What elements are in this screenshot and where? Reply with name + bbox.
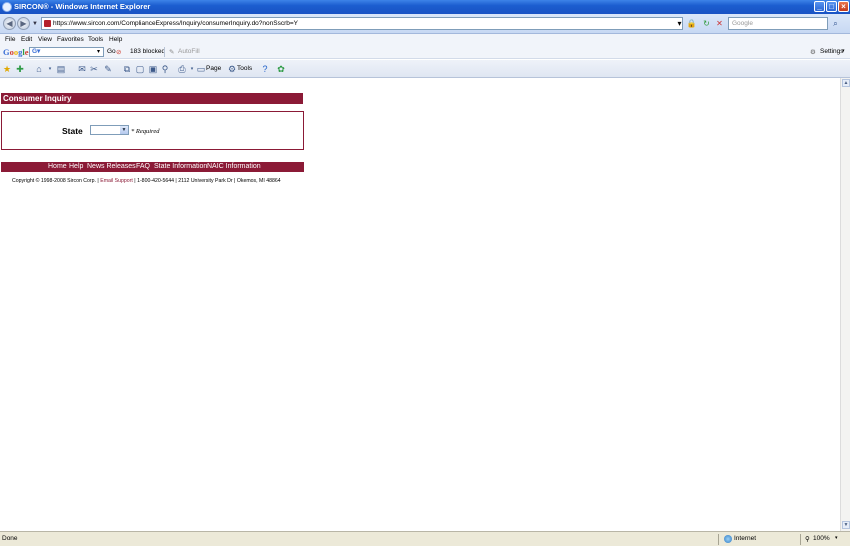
feeds-icon[interactable]: ▤	[56, 64, 66, 74]
refresh-icon[interactable]: ↻	[701, 17, 712, 30]
pen-icon[interactable]: ✎	[103, 64, 113, 74]
help-icon[interactable]: ?	[260, 64, 270, 74]
status-divider	[718, 534, 719, 545]
google-toolbar: Google G▾ ▾ Go ⊘ 183 blocked ✎ AutoFill …	[0, 45, 850, 59]
menu-file[interactable]: File	[5, 36, 15, 43]
window-title: SIRCON® - Windows Internet Explorer	[14, 2, 151, 11]
email-support-link[interactable]: Email Support	[100, 178, 133, 184]
settings-dropdown-icon[interactable]: ▾	[842, 48, 845, 54]
popup-blocked-count[interactable]: 183 blocked	[130, 48, 165, 55]
search-input[interactable]: Google	[728, 17, 828, 30]
settings-icon: ⚙	[810, 49, 816, 56]
required-note: * Required	[131, 128, 160, 135]
maximize-button[interactable]: □	[826, 1, 837, 12]
command-bar: ★ ✚ ⌂ ▾ ▤ ✉ ✂ ✎ ⧉ ▢ ▣ ⚲ ⎙ ▾ ▭ Page ⚙ Too…	[0, 60, 850, 78]
search-icon[interactable]: ⌕	[830, 17, 841, 30]
menu-favorites[interactable]: Favorites	[57, 36, 84, 43]
research-plugin-icon[interactable]: ✿	[276, 64, 286, 74]
menu-bar: File Edit View Favorites Tools Help	[0, 34, 850, 45]
lock-icon[interactable]: 🔒	[686, 17, 697, 30]
footer-link-naic-information[interactable]: NAIC Information	[207, 162, 261, 172]
copyright-line: Copyright © 1998-2008 Sircon Corp. | Ema…	[12, 178, 281, 184]
address-url: https://www.sircon.com/ComplianceExpress…	[53, 20, 299, 27]
footer-link-home[interactable]: Home	[48, 162, 67, 172]
copy-icon[interactable]: ⧉	[122, 64, 132, 74]
recent-pages-dropdown[interactable]: ▼	[32, 21, 38, 27]
page-title: Consumer Inquiry	[1, 93, 303, 104]
google-search-input[interactable]: G▾	[29, 47, 104, 57]
footer-link-help[interactable]: Help	[69, 162, 83, 172]
close-button[interactable]: ×	[838, 1, 849, 12]
zoom-level[interactable]: 100%	[813, 535, 830, 542]
paste-icon[interactable]: ▢	[135, 64, 145, 74]
tools-gear-icon[interactable]: ⚙	[227, 64, 237, 74]
google-logo: Google	[3, 47, 29, 57]
scroll-down-icon[interactable]: ▼	[842, 521, 850, 529]
menu-edit[interactable]: Edit	[21, 36, 32, 43]
print-icon[interactable]: ⎙	[177, 64, 187, 74]
chevron-down-icon[interactable]: ▼	[120, 126, 128, 134]
footer-nav: Home Help News Releases FAQ State Inform…	[1, 162, 304, 172]
ie-icon	[2, 2, 12, 12]
stop-icon[interactable]: ✕	[714, 17, 725, 30]
copyright-text: Copyright © 1998-2008 Sircon Corp. |	[12, 178, 99, 184]
autofill-button[interactable]: AutoFill	[178, 48, 200, 55]
security-zone[interactable]: Internet	[734, 535, 756, 542]
add-favorites-icon[interactable]: ✚	[15, 64, 25, 74]
status-bar: Done Internet ⚲ 100% ▾	[0, 531, 850, 546]
edit-icon[interactable]: ▣	[148, 64, 158, 74]
inquiry-form: State ▼ * Required	[1, 111, 304, 150]
google-go-button[interactable]: Go	[107, 48, 116, 55]
browser-window: SIRCON® - Windows Internet Explorer _ □ …	[0, 0, 850, 546]
footer-link-faq[interactable]: FAQ	[136, 162, 150, 172]
page-icon[interactable]: ▭	[196, 64, 206, 74]
address-toolbar: ◀ ▶ ▼ https://www.sircon.com/ComplianceE…	[0, 14, 850, 34]
state-select[interactable]: ▼	[90, 125, 129, 135]
menu-help[interactable]: Help	[109, 36, 122, 43]
menu-tools[interactable]: Tools	[88, 36, 103, 43]
research-icon[interactable]: ⚲	[160, 64, 170, 74]
mail-icon[interactable]: ✉	[77, 64, 87, 74]
internet-zone-icon	[724, 535, 732, 543]
address-dropdown-icon[interactable]: ▾	[674, 17, 685, 30]
contact-info: | 1-800-420-5644 | 2112 University Park …	[134, 178, 281, 184]
address-input[interactable]: https://www.sircon.com/ComplianceExpress…	[41, 17, 683, 30]
page-content: Consumer Inquiry State ▼ * Required Home…	[0, 78, 840, 531]
autofill-icon: ✎	[169, 49, 175, 56]
google-search-dropdown-icon[interactable]: ▾	[97, 48, 100, 55]
minimize-button[interactable]: _	[814, 1, 825, 12]
favorites-star-icon[interactable]: ★	[2, 64, 12, 74]
title-bar: SIRCON® - Windows Internet Explorer _ □ …	[0, 0, 850, 14]
state-label: State	[62, 126, 83, 136]
vertical-scrollbar[interactable]: ▲ ▼	[840, 78, 850, 531]
cut-icon[interactable]: ✂	[89, 64, 99, 74]
footer-link-state-information[interactable]: State Information	[154, 162, 207, 172]
zoom-icon: ⚲	[805, 536, 810, 543]
zoom-dropdown-icon[interactable]: ▾	[835, 535, 838, 541]
settings-button[interactable]: Settings	[820, 48, 844, 55]
page-menu[interactable]: Page	[206, 65, 221, 72]
forward-button[interactable]: ▶	[17, 17, 30, 30]
tools-menu[interactable]: Tools	[237, 65, 252, 72]
status-text: Done	[2, 535, 18, 542]
footer-link-news-releases[interactable]: News Releases	[87, 162, 136, 172]
popup-blocker-icon: ⊘	[116, 49, 122, 56]
home-dropdown-icon[interactable]: ▾	[45, 64, 55, 74]
home-icon[interactable]: ⌂	[34, 64, 44, 74]
site-favicon	[44, 20, 51, 27]
back-button[interactable]: ◀	[3, 17, 16, 30]
toolbar-divider	[164, 47, 165, 57]
scroll-up-icon[interactable]: ▲	[842, 79, 850, 87]
menu-view[interactable]: View	[38, 36, 52, 43]
status-divider	[800, 534, 801, 545]
